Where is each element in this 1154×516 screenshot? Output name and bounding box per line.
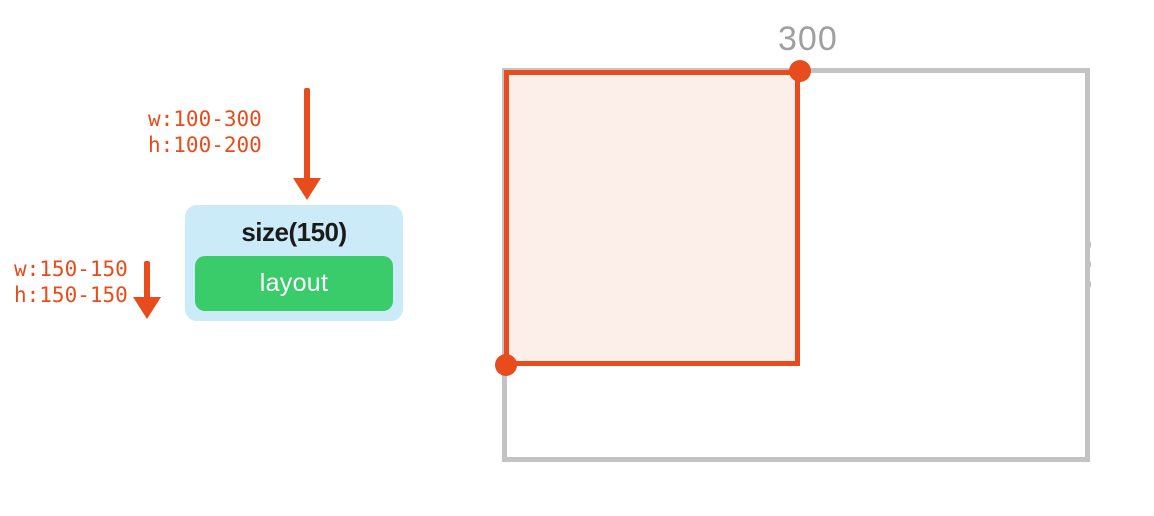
inner-size-rect	[504, 70, 800, 366]
outgoing-constraints-label: w:150-150 h:150-150	[14, 256, 128, 309]
outer-width-label: 300	[778, 20, 838, 59]
size-node-title: size(150)	[195, 217, 393, 256]
constraints-panel: w:100-300 h:100-200 w:150-150 h:150-150 …	[50, 70, 420, 410]
incoming-arrow-head-icon	[293, 178, 321, 200]
incoming-arrow-line	[304, 88, 310, 184]
incoming-w-text: w:100-300	[148, 107, 262, 131]
outgoing-h-text: h:150-150	[14, 283, 128, 307]
outgoing-w-text: w:150-150	[14, 257, 128, 281]
box-visualization: 300 200	[470, 10, 1150, 510]
handle-dot-icon	[789, 60, 811, 82]
incoming-constraints-label: w:100-300 h:100-200	[148, 106, 262, 159]
layout-child-label: layout	[195, 256, 393, 311]
size-node: size(150) layout	[185, 205, 403, 321]
incoming-h-text: h:100-200	[148, 133, 262, 157]
outgoing-arrow-head-icon	[133, 297, 161, 319]
handle-dot-icon	[495, 354, 517, 376]
